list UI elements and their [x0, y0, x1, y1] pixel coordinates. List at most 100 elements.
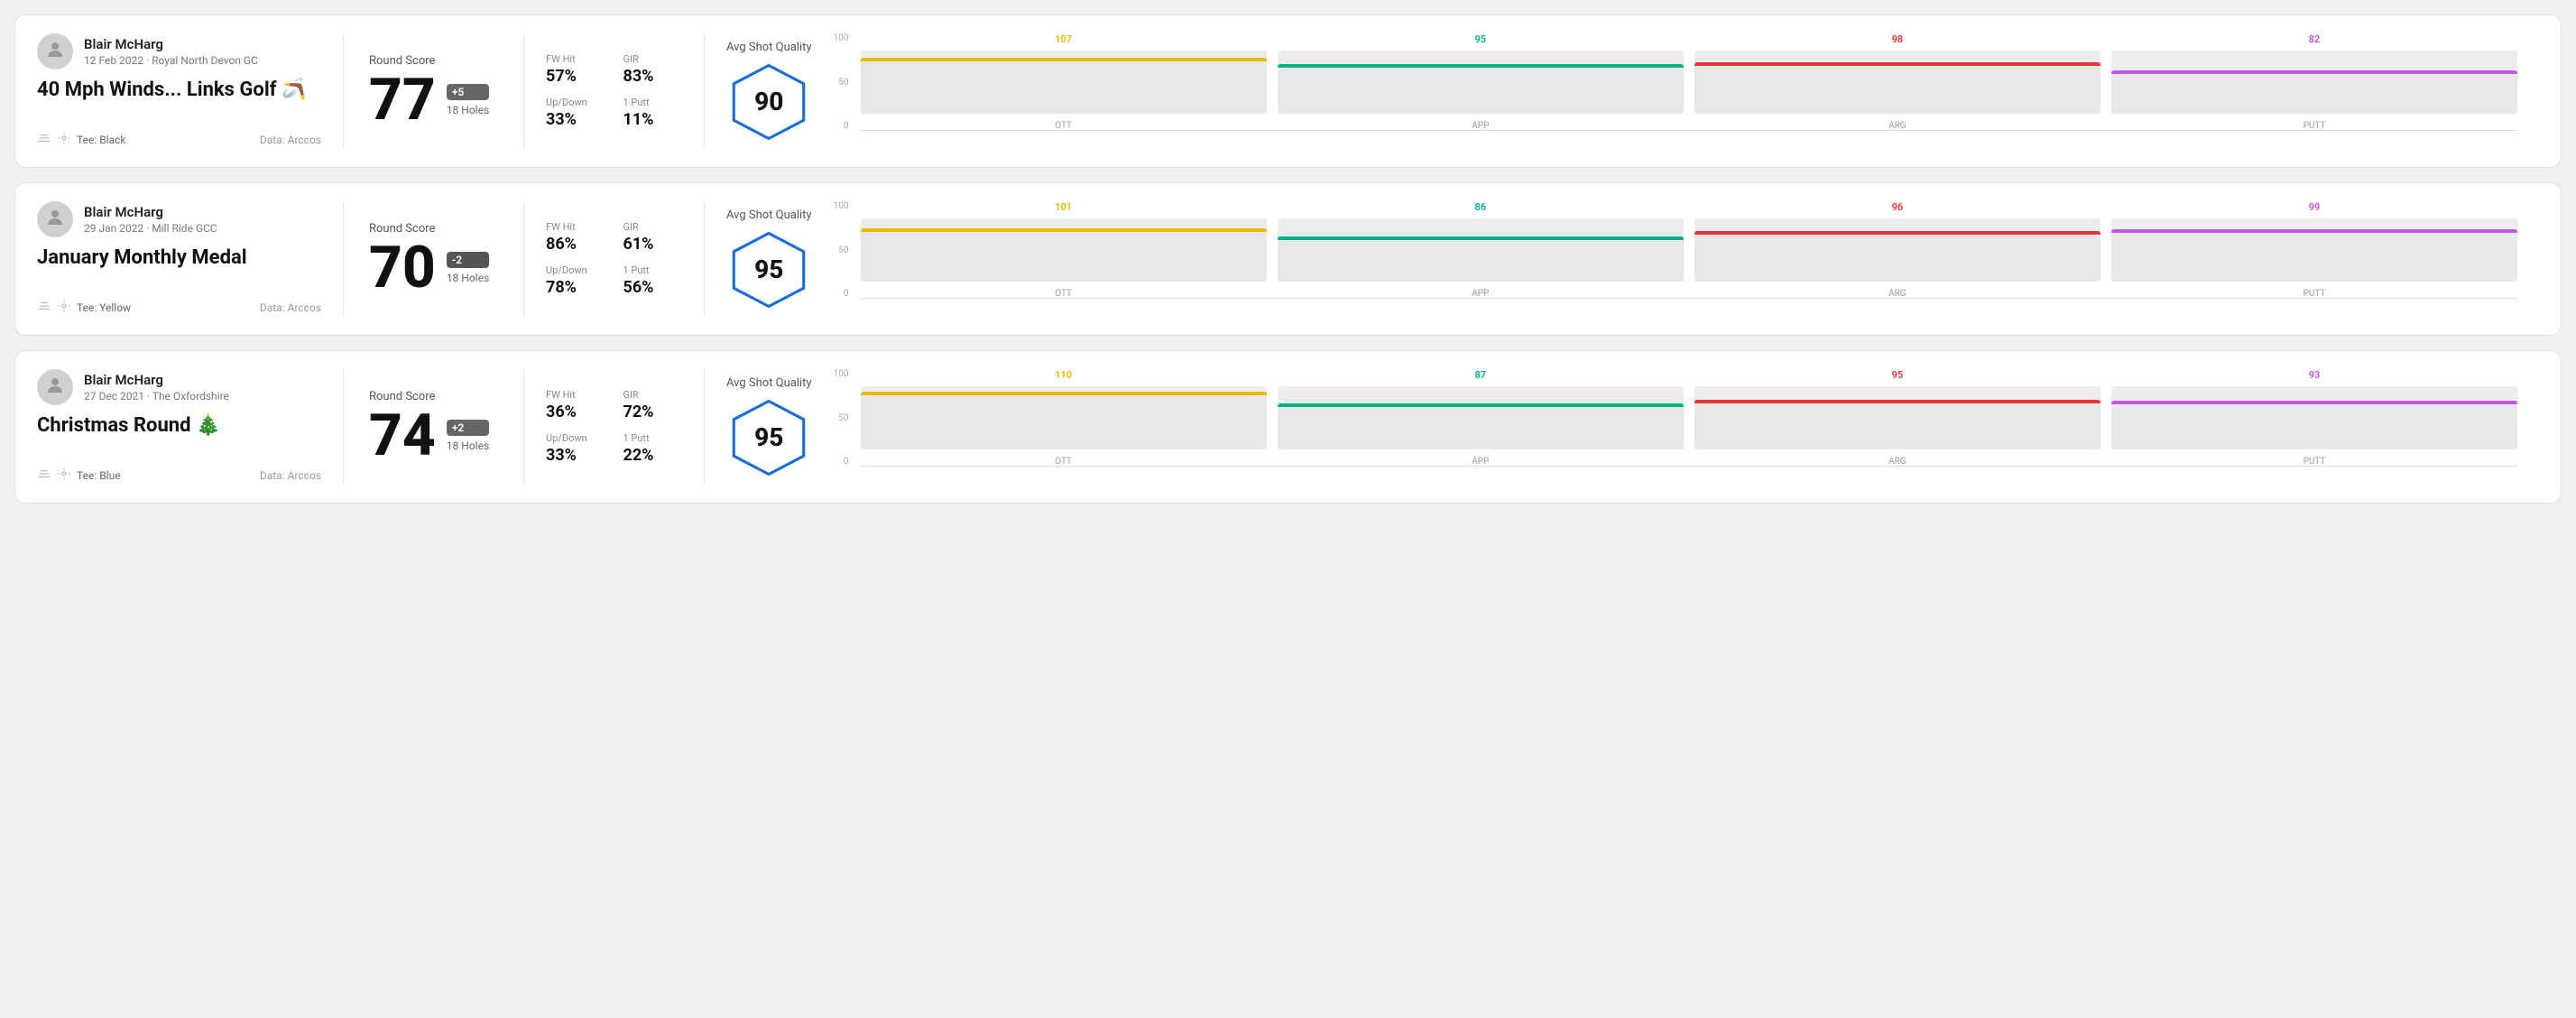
- stats-section-round-1: FW Hit 57% GIR 83% Up/Down 33% 1 Putt 11…: [524, 33, 705, 149]
- hexagon-value-round-1: 90: [754, 87, 783, 116]
- updown-value-round-2: 78%: [546, 278, 605, 297]
- bar-line-arg: [1694, 62, 2101, 66]
- y-label-0: 0: [844, 289, 849, 299]
- bar-line-arg: [1694, 231, 2101, 235]
- data-source-round-2: Data: Arccos: [260, 301, 321, 314]
- bar-wrapper-arg: [1694, 386, 2101, 449]
- bar-group-app: 87 APP: [1278, 369, 1684, 467]
- axis-line: [861, 466, 2517, 467]
- stats-grid-round-1: FW Hit 57% GIR 83% Up/Down 33% 1 Putt 11…: [546, 53, 682, 129]
- stat-fw-hit-round-3: FW Hit 36%: [546, 389, 605, 421]
- updown-label-round-2: Up/Down: [546, 264, 605, 276]
- hexagon-value-round-2: 95: [754, 255, 783, 284]
- oneputt-value-round-1: 11%: [623, 110, 683, 129]
- bar-fill-putt: [2111, 229, 2517, 282]
- fw-hit-value-round-3: 36%: [546, 403, 605, 421]
- fw-hit-label-round-3: FW Hit: [546, 389, 605, 401]
- left-section-round-3: Blair McHarg 27 Dec 2021 · The Oxfordshi…: [37, 369, 344, 485]
- holes-text-round-2: 18 Holes: [447, 272, 489, 284]
- bar-wrapper-putt: [2111, 218, 2517, 282]
- gir-value-round-3: 72%: [623, 403, 683, 421]
- avatar-round-1: [37, 33, 73, 69]
- avatar-icon-round-1: [44, 39, 66, 65]
- quality-left-round-1: Avg Shot Quality 90: [726, 41, 812, 143]
- bar-wrapper-arg: [1694, 218, 2101, 282]
- bar-value-putt: 93: [2309, 369, 2321, 381]
- score-badge-round-1: +5: [447, 84, 489, 100]
- updown-value-round-3: 33%: [546, 446, 605, 465]
- bar-wrapper-app: [1278, 51, 1684, 114]
- bar-line-ott: [861, 228, 1267, 232]
- score-section-round-3: Round Score 74 +2 18 Holes: [344, 369, 524, 485]
- quality-section-round-2: Avg Shot Quality 95 100 50: [705, 201, 2539, 317]
- stat-gir-round-2: GIR 61%: [623, 221, 683, 254]
- bar-value-putt: 82: [2309, 33, 2321, 45]
- bar-fill-ott: [861, 228, 1267, 282]
- bar-wrapper-ott: [861, 386, 1267, 449]
- avatar-round-3: [37, 369, 73, 405]
- bar-fill-arg: [1694, 400, 2101, 449]
- bar-line-app: [1278, 236, 1684, 240]
- user-name-round-1: Blair McHarg: [84, 36, 258, 52]
- bar-value-app: 95: [1474, 33, 1486, 45]
- holes-text-round-3: 18 Holes: [447, 440, 489, 452]
- score-number-round-2: 70: [369, 239, 436, 297]
- bar-fill-arg: [1694, 62, 2101, 114]
- quality-section-round-3: Avg Shot Quality 95 100 50: [705, 369, 2539, 485]
- bottom-info-round-2: Tee: Yellow Data: Arccos: [37, 299, 321, 317]
- bar-wrapper-arg: [1694, 51, 2101, 114]
- weather-icon-round-2: [37, 299, 51, 317]
- fw-hit-label-round-1: FW Hit: [546, 53, 605, 65]
- stat-oneputt-round-2: 1 Putt 56%: [623, 264, 683, 297]
- gir-label-round-2: GIR: [623, 221, 683, 233]
- score-section-round-1: Round Score 77 +5 18 Holes: [344, 33, 524, 149]
- bar-group-putt: 93 PUTT: [2111, 369, 2517, 467]
- bar-value-app: 87: [1474, 369, 1486, 381]
- weather-icon-round-1: [37, 131, 51, 149]
- bar-line-app: [1278, 64, 1684, 68]
- y-label-0: 0: [844, 121, 849, 131]
- stat-oneputt-round-3: 1 Putt 22%: [623, 432, 683, 465]
- gir-label-round-3: GIR: [623, 389, 683, 401]
- bar-line-app: [1278, 403, 1684, 407]
- score-detail-round-3: +2 18 Holes: [447, 420, 489, 452]
- user-info-round-2: Blair McHarg 29 Jan 2022 · Mill Ride GCC: [37, 201, 321, 237]
- user-name-round-2: Blair McHarg: [84, 204, 217, 220]
- bar-wrapper-app: [1278, 218, 1684, 282]
- bar-fill-putt: [2111, 70, 2517, 114]
- bar-wrapper-app: [1278, 386, 1684, 449]
- bar-group-ott: 110 OTT: [861, 369, 1267, 467]
- fw-hit-value-round-2: 86%: [546, 235, 605, 254]
- tee-icon-round-1: [57, 131, 71, 149]
- gir-value-round-2: 61%: [623, 235, 683, 254]
- score-row-round-2: 70 -2 18 Holes: [369, 239, 498, 297]
- bar-line-ott: [861, 392, 1267, 395]
- oneputt-label-round-3: 1 Putt: [623, 432, 683, 444]
- y-label-0: 0: [844, 457, 849, 467]
- stat-updown-round-3: Up/Down 33%: [546, 432, 605, 465]
- quality-left-round-2: Avg Shot Quality 95: [726, 208, 812, 310]
- quality-section-round-1: Avg Shot Quality 90 100 50: [705, 33, 2539, 149]
- stats-section-round-3: FW Hit 36% GIR 72% Up/Down 33% 1 Putt 22…: [524, 369, 705, 485]
- bar-group-app: 95 APP: [1278, 33, 1684, 131]
- bar-chart: 100 50 0 110 OTT 87: [834, 369, 2517, 485]
- stat-updown-round-1: Up/Down 33%: [546, 97, 605, 129]
- oneputt-label-round-2: 1 Putt: [623, 264, 683, 276]
- round-card-round-3: Blair McHarg 27 Dec 2021 · The Oxfordshi…: [14, 350, 2562, 504]
- left-section-round-1: Blair McHarg 12 Feb 2022 · Royal North D…: [37, 33, 344, 149]
- bottom-info-round-3: Tee: Blue Data: Arccos: [37, 467, 321, 485]
- hexagon-container-round-3: 95: [726, 397, 812, 478]
- tee-icon-round-2: [57, 299, 71, 317]
- bar-line-ott: [861, 58, 1267, 61]
- bar-wrapper-ott: [861, 218, 1267, 282]
- bar-wrapper-putt: [2111, 51, 2517, 114]
- bar-value-arg: 95: [1892, 369, 1904, 381]
- avatar-icon-round-2: [44, 207, 66, 233]
- score-badge-round-2: -2: [447, 252, 489, 268]
- user-details-round-1: Blair McHarg 12 Feb 2022 · Royal North D…: [84, 36, 258, 67]
- axis-line: [861, 298, 2517, 299]
- hexagon-round-3: 95: [728, 397, 809, 478]
- bar-line-arg: [1694, 400, 2101, 403]
- oneputt-value-round-2: 56%: [623, 278, 683, 297]
- bar-value-putt: 99: [2309, 201, 2321, 213]
